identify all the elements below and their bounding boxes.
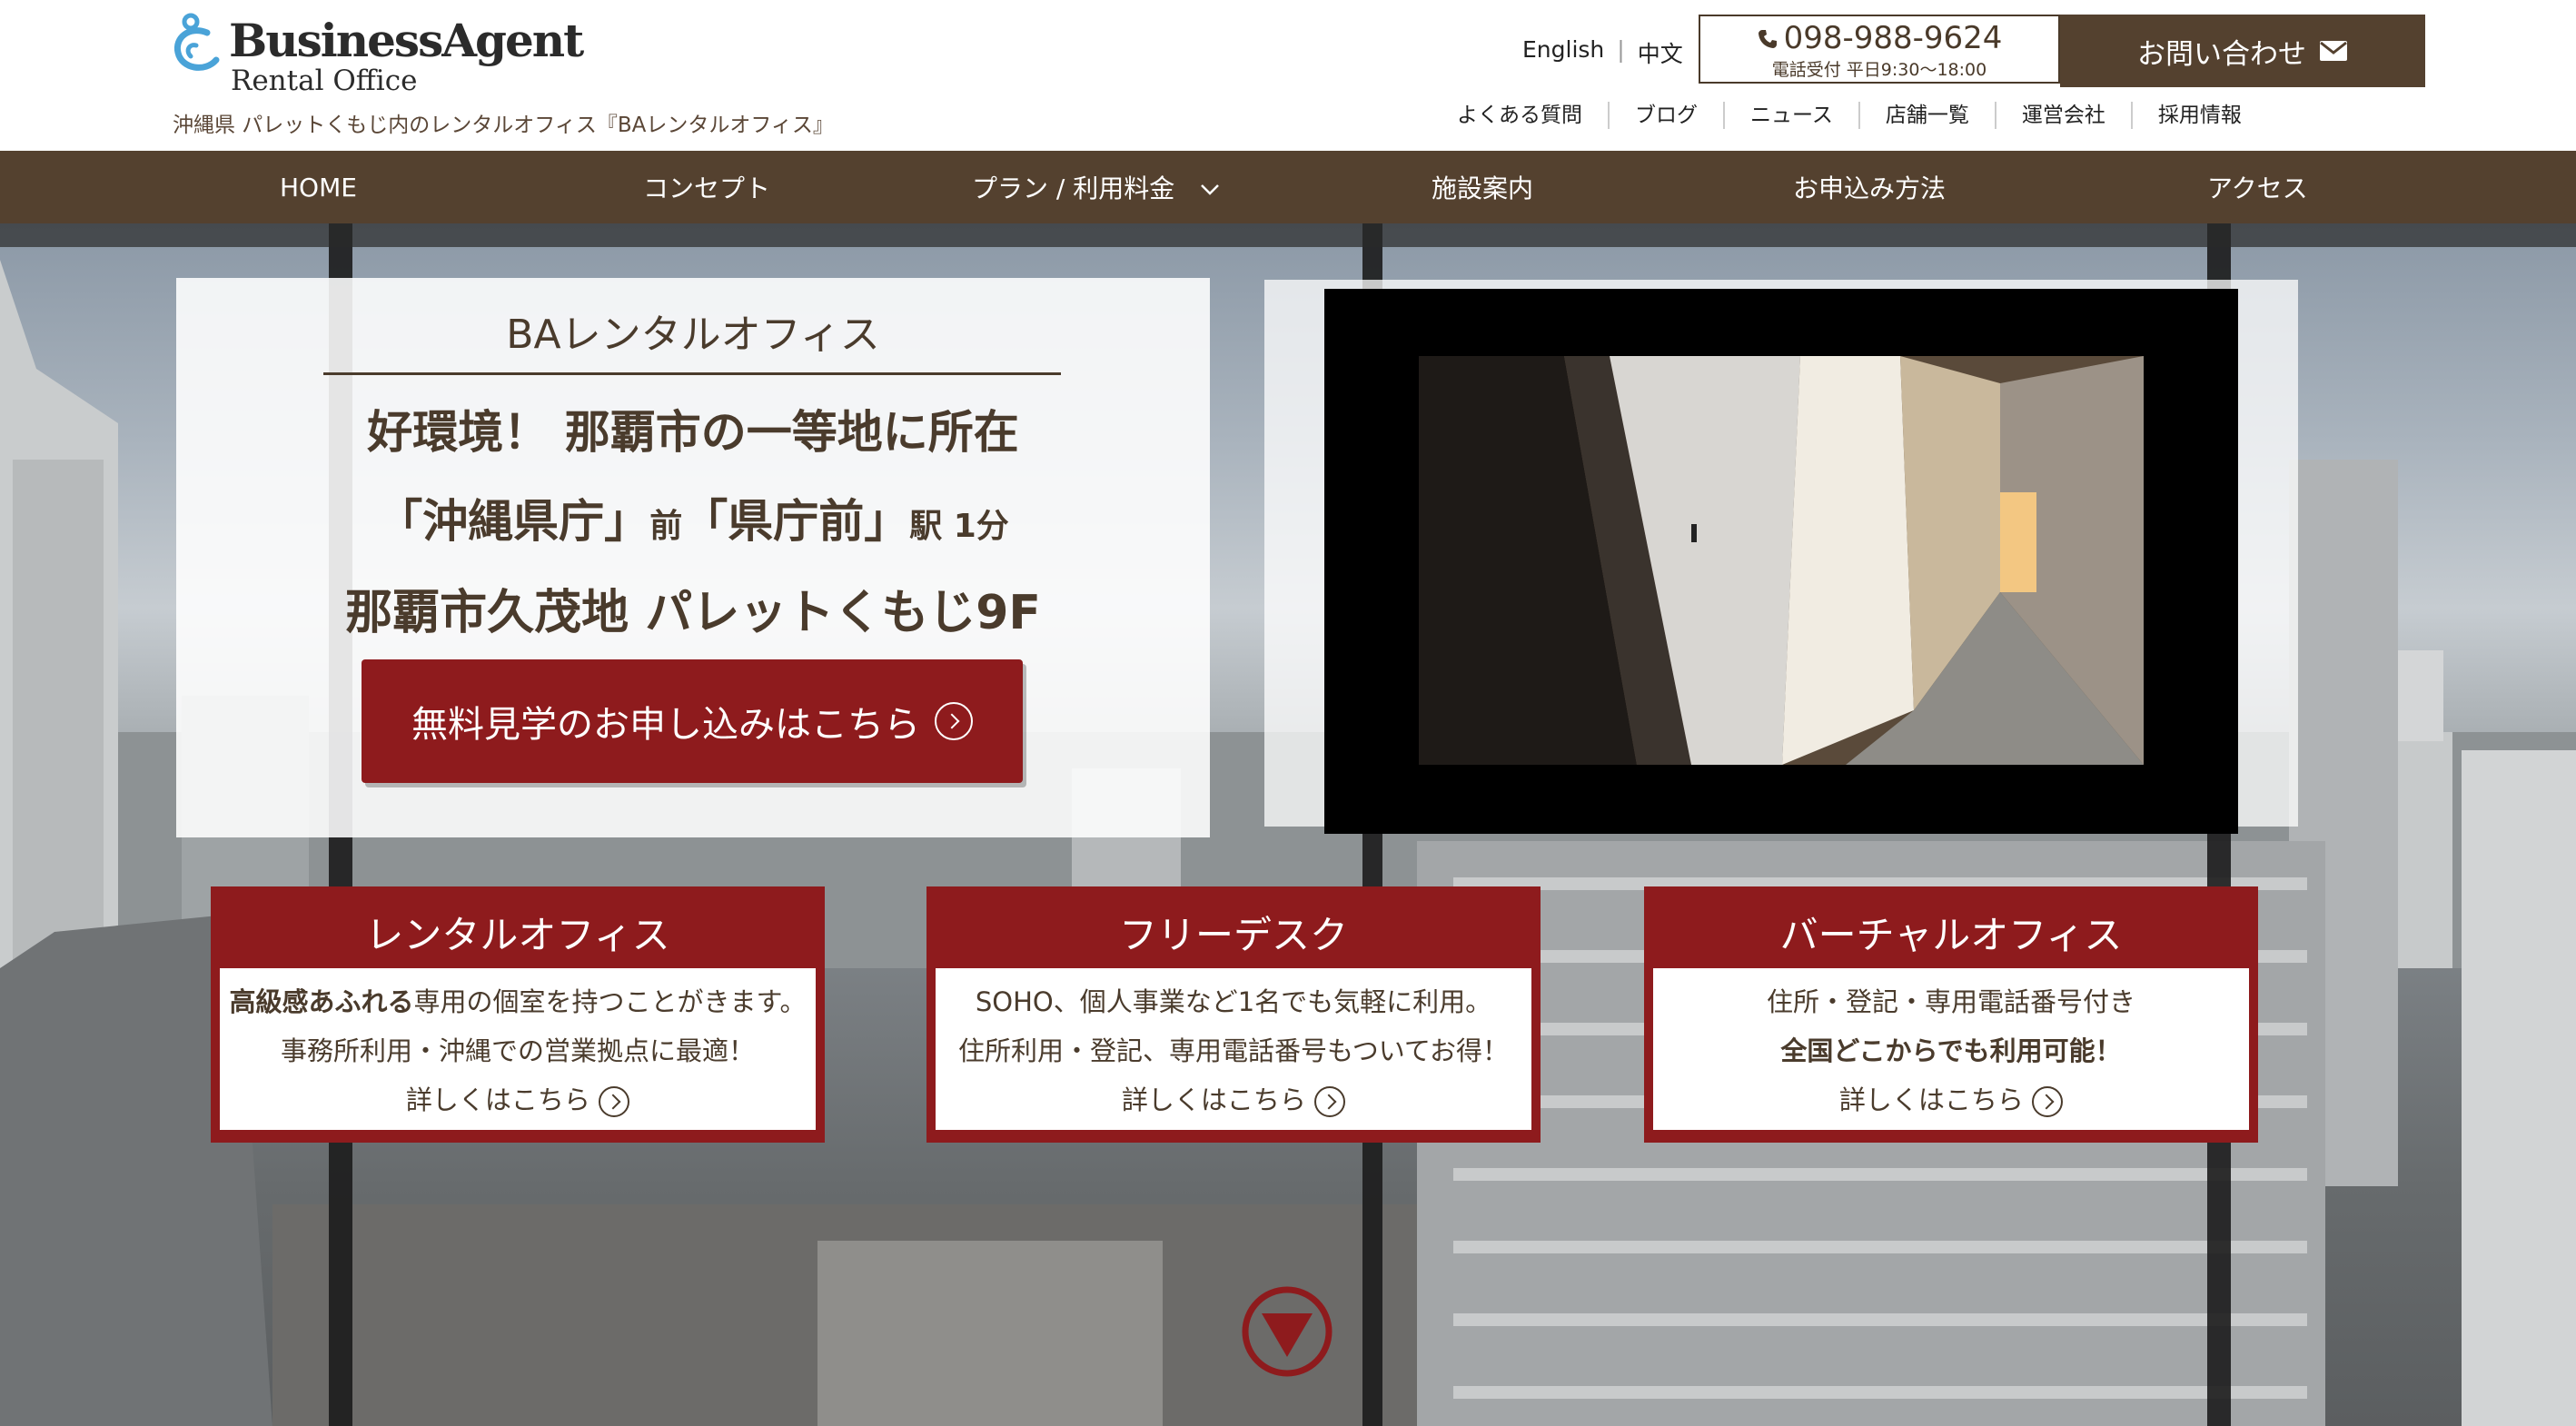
card-virtual-office-link[interactable]: 詳しくはこちら bbox=[1657, 1075, 2245, 1124]
scroll-down-icon[interactable] bbox=[1240, 1284, 1334, 1379]
video-player[interactable] bbox=[1324, 289, 2238, 834]
card-free-desk-body: SOHO、個人事業など1名でも気軽に利用。 住所利用・登記、専用電話番号もついて… bbox=[936, 968, 1531, 1130]
hero-line-2-c: 「県庁前」 bbox=[682, 495, 910, 548]
logo-main-text: BusinessAgent bbox=[229, 14, 584, 67]
utility-link-company[interactable]: 運営会社 bbox=[1994, 102, 2131, 129]
phone-box[interactable]: 098-988-9624 電話受付 平日9:30〜18:00 bbox=[1699, 15, 2060, 84]
chevron-circle-right-icon bbox=[1314, 1086, 1346, 1117]
utility-nav: よくある質問 ブログ ニュース 店舗一覧 運営会社 採用情報 bbox=[1432, 102, 2267, 129]
hero-title: BAレンタルオフィス bbox=[506, 312, 880, 358]
nav-access[interactable]: アクセス bbox=[2207, 151, 2308, 223]
hero-line-2-b: 前 bbox=[649, 508, 683, 545]
utility-link-recruit[interactable]: 採用情報 bbox=[2130, 102, 2267, 129]
hero-line-2: 「沖縄県庁」前「県庁前」駅 1分 bbox=[176, 485, 1210, 550]
card-rental-office-link[interactable]: 詳しくはこちら bbox=[223, 1075, 812, 1124]
card-rental-office[interactable]: レンタルオフィス 高級感あふれる専用の個室を持つことがきます。 事務所利用・沖縄… bbox=[211, 886, 825, 1143]
logo-sub-text: Rental Office bbox=[231, 64, 418, 97]
card-rental-office-title: レンタルオフィス bbox=[365, 913, 670, 957]
card-rental-office-line-2: 事務所利用・沖縄での営業拠点に最適！ bbox=[280, 1035, 755, 1066]
logo-mark-icon bbox=[173, 13, 220, 71]
card-free-desk-link-label: 詳しくはこちら bbox=[1121, 1084, 1306, 1115]
lang-chinese-link[interactable]: 中文 bbox=[1638, 36, 1683, 69]
chevron-circle-right-icon bbox=[599, 1086, 630, 1117]
video-frame-image bbox=[1419, 356, 2144, 765]
lang-separator: | bbox=[1617, 36, 1625, 63]
card-free-desk-line-1: SOHO、個人事業など1名でも気軽に利用。 bbox=[975, 986, 1492, 1017]
card-free-desk-title: フリーデスク bbox=[1118, 913, 1348, 957]
utility-link-blog[interactable]: ブログ bbox=[1608, 102, 1723, 129]
nav-plans-label: プラン / 利用料金 bbox=[972, 173, 1175, 203]
contact-button[interactable]: お問い合わせ bbox=[2060, 15, 2425, 87]
card-rental-office-body: 高級感あふれる専用の個室を持つことがきます。 事務所利用・沖縄での営業拠点に最適… bbox=[220, 968, 816, 1130]
main-nav: HOME コンセプト プラン / 利用料金 施設案内 お申込み方法 アクセス bbox=[0, 151, 2576, 223]
hero-line-2-d: 駅 1分 bbox=[909, 508, 1009, 545]
card-rental-office-line-1: 高級感あふれる専用の個室を持つことがきます。 bbox=[223, 977, 812, 1026]
hero-line-2-a: 「沖縄県庁」 bbox=[377, 495, 650, 548]
phone-number: 098-988-9624 bbox=[1783, 20, 2003, 56]
site-header: BusinessAgent Rental Office 沖縄県 パレットくもじ内… bbox=[0, 0, 2576, 151]
tagline: 沖縄県 パレットくもじ内のレンタルオフィス『BAレンタルオフィス』 bbox=[173, 114, 834, 137]
hero-line-3: 那覇市久茂地 パレットくもじ9F bbox=[345, 586, 1041, 640]
hero-line-1: 好環境！ 那覇市の一等地に所在 bbox=[367, 406, 1019, 459]
card-free-desk-link[interactable]: 詳しくはこちら bbox=[939, 1075, 1528, 1124]
hero-section: BAレンタルオフィス 好環境！ 那覇市の一等地に所在 「沖縄県庁」前「県庁前」駅… bbox=[0, 223, 2576, 1426]
card-virtual-office-line-2: 全国どこからでも利用可能！ bbox=[1780, 1035, 2122, 1066]
phone-icon bbox=[1758, 30, 1777, 48]
utility-link-stores[interactable]: 店舗一覧 bbox=[1858, 102, 1995, 129]
nav-apply[interactable]: お申込み方法 bbox=[1793, 151, 1946, 223]
nav-facilities[interactable]: 施設案内 bbox=[1432, 151, 1533, 223]
card-rental-office-line-1-rest: 専用の個室を持つことがきます。 bbox=[413, 986, 807, 1017]
hero-info-panel: BAレンタルオフィス 好環境！ 那覇市の一等地に所在 「沖縄県庁」前「県庁前」駅… bbox=[176, 278, 1210, 837]
hero-title-underline bbox=[323, 372, 1061, 375]
card-virtual-office-link-label: 詳しくはこちら bbox=[1838, 1084, 2024, 1115]
free-tour-button[interactable]: 無料見学のお申し込みはこちら bbox=[362, 659, 1023, 783]
envelope-icon bbox=[2320, 41, 2347, 61]
utility-link-news[interactable]: ニュース bbox=[1723, 102, 1858, 129]
card-virtual-office-title: バーチャルオフィス bbox=[1779, 913, 2123, 957]
nav-concept[interactable]: コンセプト bbox=[643, 151, 770, 223]
chevron-down-icon bbox=[1201, 184, 1220, 195]
free-tour-button-label: 無料見学のお申し込みはこちら bbox=[411, 704, 920, 746]
card-rental-office-link-label: 詳しくはこちら bbox=[405, 1084, 590, 1115]
nav-home[interactable]: HOME bbox=[280, 151, 357, 223]
language-switcher: English | 中文 bbox=[1522, 36, 1683, 69]
card-free-desk[interactable]: フリーデスク SOHO、個人事業など1名でも気軽に利用。 住所利用・登記、専用電… bbox=[926, 886, 1541, 1143]
phone-hours: 電話受付 平日9:30〜18:00 bbox=[1771, 60, 1987, 80]
contact-button-label: お問い合わせ bbox=[2137, 37, 2306, 71]
chevron-circle-right-icon bbox=[2032, 1086, 2064, 1117]
card-virtual-office-line-1: 住所・登記・専用電話番号付き bbox=[1766, 986, 2135, 1017]
card-virtual-office[interactable]: バーチャルオフィス 住所・登記・専用電話番号付き 全国どこからでも利用可能！ 詳… bbox=[1644, 886, 2258, 1143]
logo[interactable]: BusinessAgent Rental Office bbox=[171, 13, 584, 97]
card-rental-office-highlight: 高級感あふれる bbox=[229, 986, 414, 1017]
card-free-desk-line-2: 住所利用・登記、専用電話番号もついてお得！ bbox=[957, 1035, 1510, 1066]
utility-link-faq[interactable]: よくある質問 bbox=[1432, 102, 1608, 129]
phone-number-row: 098-988-9624 bbox=[1700, 20, 2058, 56]
chevron-circle-right-icon bbox=[935, 702, 973, 740]
lang-english-link[interactable]: English bbox=[1522, 36, 1604, 69]
video-panel bbox=[1264, 280, 2298, 834]
nav-plans[interactable]: プラン / 利用料金 bbox=[972, 151, 1220, 223]
card-virtual-office-body: 住所・登記・専用電話番号付き 全国どこからでも利用可能！ 詳しくはこちら bbox=[1653, 968, 2249, 1130]
